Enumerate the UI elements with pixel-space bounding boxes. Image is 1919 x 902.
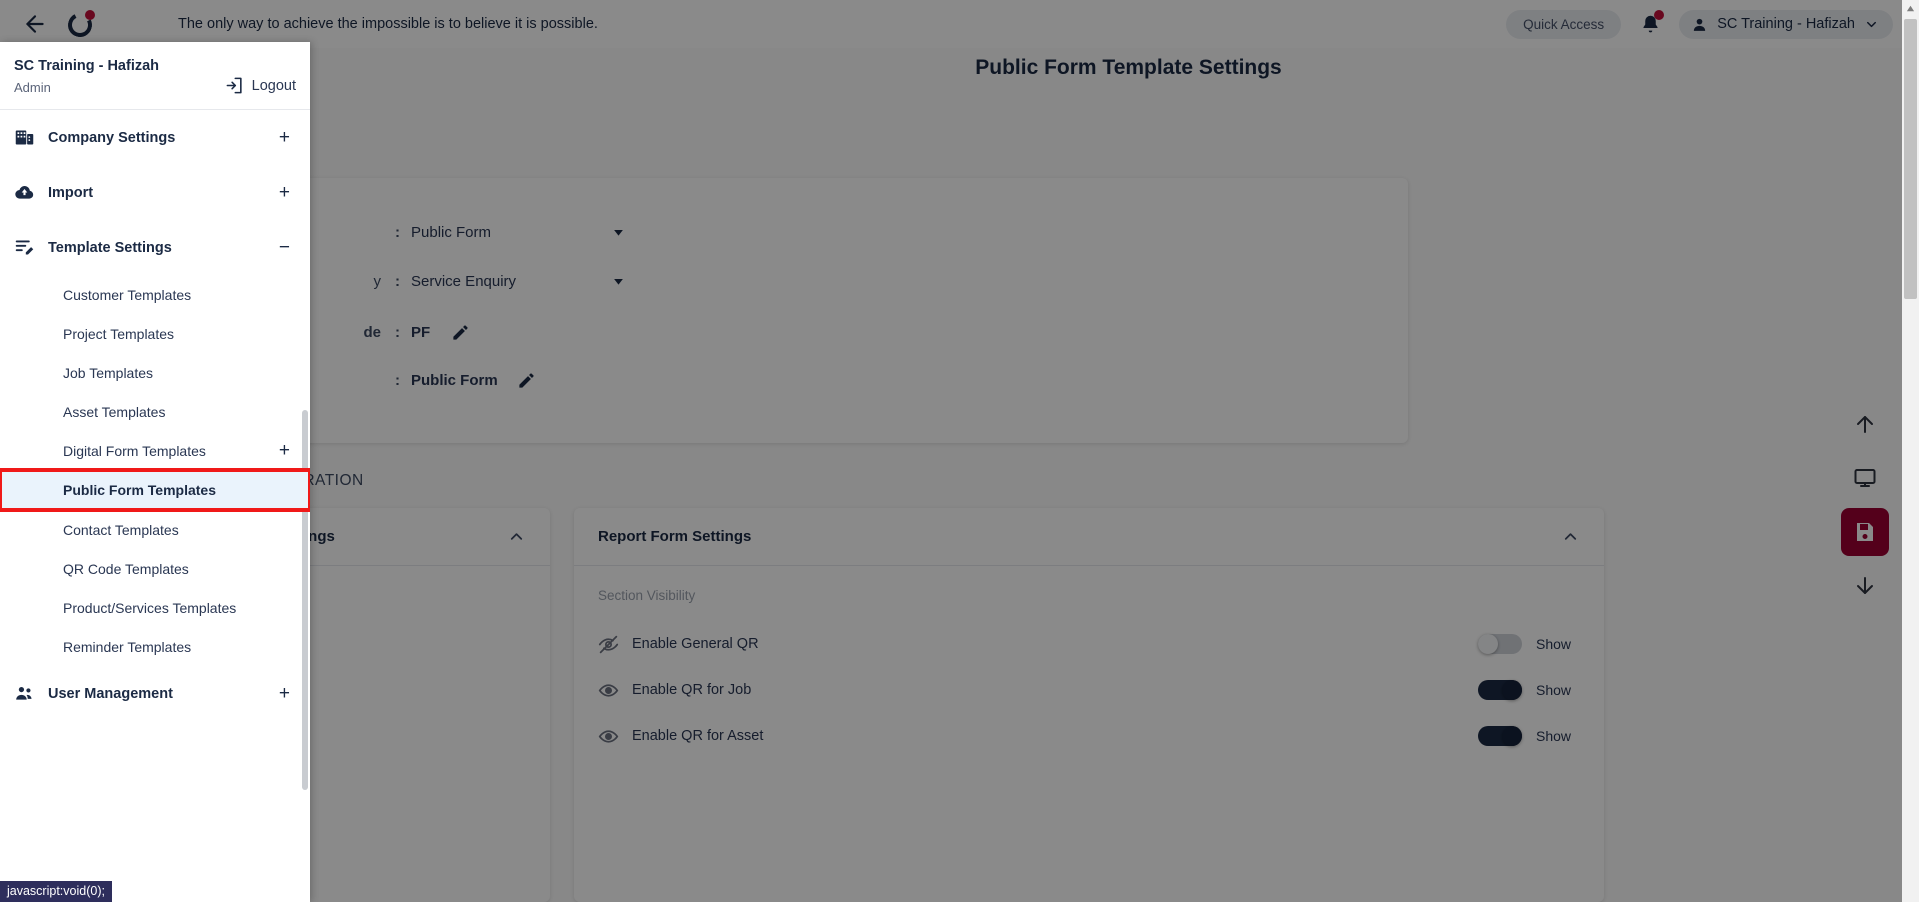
expander-icon[interactable]: + (279, 128, 290, 147)
sidebar-item-qr-code-templates[interactable]: QR Code Templates (0, 549, 310, 588)
sidebar-item-asset-templates[interactable]: Asset Templates (0, 392, 310, 431)
status-bar-link: javascript:void(0); (0, 881, 112, 902)
scrollbar-up-arrow-icon[interactable] (1902, 0, 1919, 17)
sidebar-item-label: Import (48, 184, 94, 201)
sidebar-item-import[interactable]: Import + (0, 165, 310, 220)
template-settings-children: Customer Templates Project Templates Job… (0, 275, 310, 666)
expander-icon[interactable]: + (279, 441, 290, 460)
drawer-scrollbar[interactable] (302, 410, 308, 790)
logout-icon (225, 76, 244, 95)
sidebar-item-label: Company Settings (48, 129, 176, 146)
application-window: The only way to achieve the impossible i… (0, 0, 1919, 902)
sidebar-item-digital-form-templates[interactable]: Digital Form Templates + (0, 431, 310, 470)
navigation-drawer: SC Training - Hafizah Admin Logout Compa… (0, 42, 310, 902)
sidebar-item-label: Project Templates (63, 325, 175, 342)
sidebar-item-label: Job Templates (63, 364, 154, 381)
sidebar-item-public-form-templates[interactable]: Public Form Templates (0, 468, 310, 512)
sidebar-item-label: User Management (48, 685, 173, 702)
building-icon (14, 127, 48, 148)
sidebar-item-label: QR Code Templates (63, 560, 189, 577)
sidebar-item-label: Asset Templates (63, 403, 166, 420)
expander-icon[interactable]: + (279, 684, 290, 703)
sidebar-item-company-settings[interactable]: Company Settings + (0, 110, 310, 165)
sidebar-item-label: Contact Templates (63, 521, 179, 538)
sidebar-item-customer-templates[interactable]: Customer Templates (0, 275, 310, 314)
sidebar-item-label: Template Settings (48, 239, 172, 256)
scrollbar-thumb[interactable] (1904, 19, 1917, 299)
page-scrollbar[interactable] (1902, 0, 1919, 902)
drawer-nav-list: Company Settings + Import + Template Set… (0, 110, 310, 902)
sidebar-item-template-settings[interactable]: Template Settings − (0, 220, 310, 275)
sidebar-item-label: Reminder Templates (63, 638, 192, 655)
template-edit-icon (14, 237, 48, 258)
account-name: SC Training - Hafizah (14, 58, 160, 74)
cloud-upload-icon (14, 182, 48, 203)
logout-label: Logout (251, 77, 296, 94)
expander-icon[interactable]: + (279, 183, 290, 202)
sidebar-item-contact-templates[interactable]: Contact Templates (0, 510, 310, 549)
sidebar-item-label: Digital Form Templates (63, 442, 206, 459)
sidebar-item-reminder-templates[interactable]: Reminder Templates (0, 627, 310, 666)
users-icon (14, 683, 48, 704)
sidebar-item-product-services-templates[interactable]: Product/Services Templates (0, 588, 310, 627)
sidebar-item-label: Public Form Templates (63, 482, 216, 498)
sidebar-item-label: Product/Services Templates (63, 599, 237, 616)
drawer-header: SC Training - Hafizah Admin Logout (0, 42, 310, 110)
logout-button[interactable]: Logout (225, 76, 296, 95)
sidebar-item-project-templates[interactable]: Project Templates (0, 314, 310, 353)
sidebar-item-user-management[interactable]: User Management + (0, 666, 310, 721)
account-role: Admin (14, 80, 51, 95)
sidebar-item-label: Customer Templates (63, 286, 192, 303)
collapse-icon[interactable]: − (279, 238, 290, 257)
sidebar-item-job-templates[interactable]: Job Templates (0, 353, 310, 392)
